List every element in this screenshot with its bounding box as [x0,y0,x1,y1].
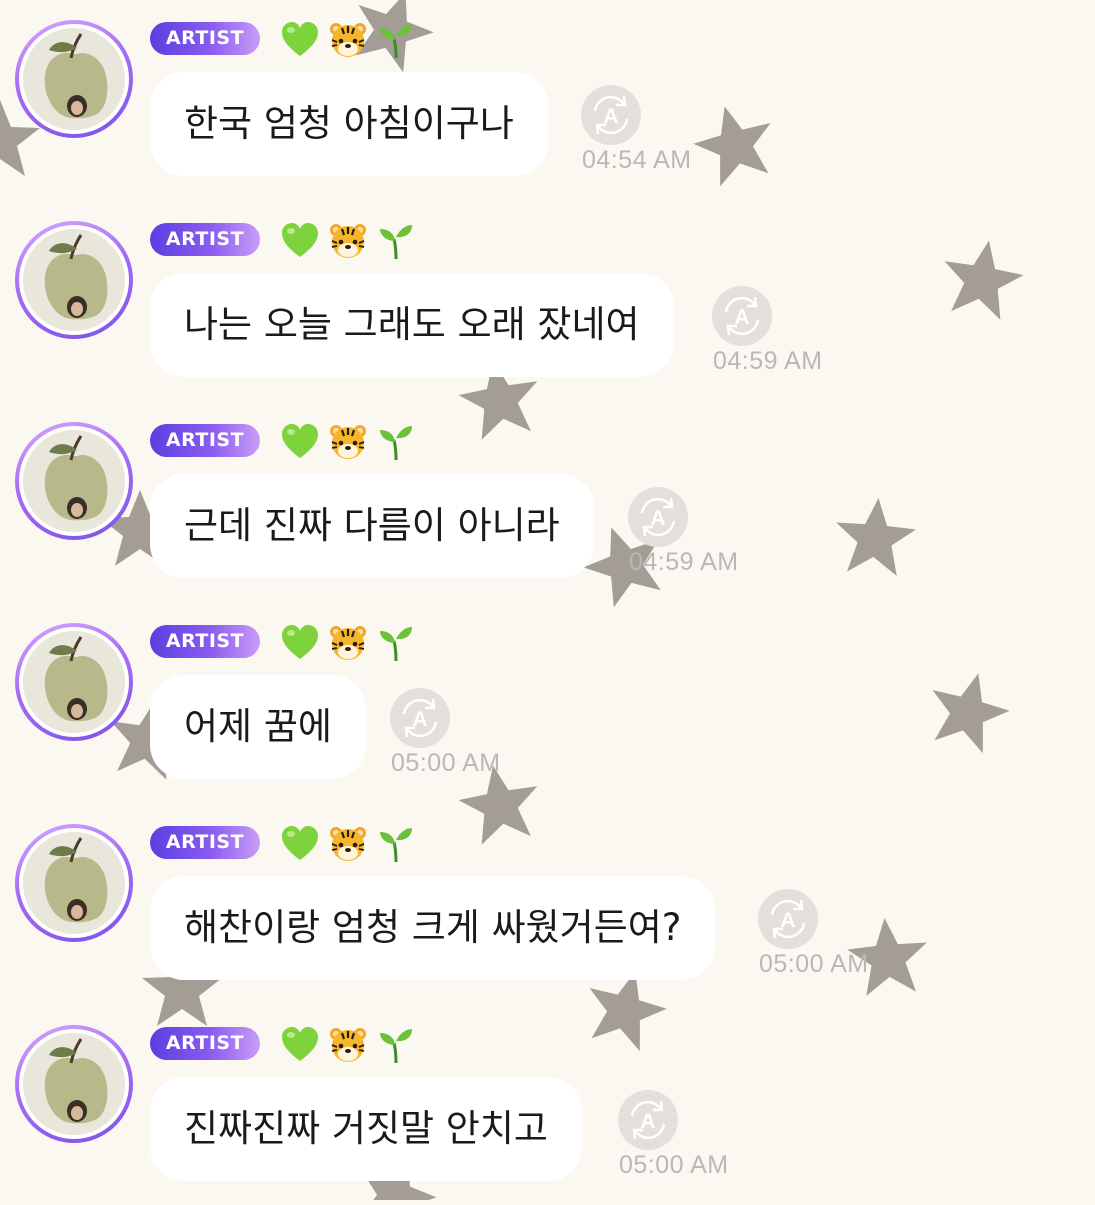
apple-avatar-image [23,631,125,733]
timestamp: 04:59 AM [713,347,823,375]
artist-badge: ARTIST [150,1027,260,1060]
translate-icon[interactable]: A [389,687,451,749]
artist-badge: ARTIST [150,625,260,658]
timestamp: 05:00 AM [619,1151,729,1179]
green-heart-icon [282,1027,318,1061]
apple-avatar-image [23,430,125,532]
message-bubble[interactable]: 나는 오늘 그래도 오래 잤네여 [150,273,674,377]
timestamp: 04:59 AM [629,548,739,576]
artist-avatar[interactable] [15,623,133,741]
translate-icon[interactable]: A [757,888,819,950]
apple-avatar-image [23,832,125,934]
green-heart-icon [282,826,318,860]
message-bubble[interactable]: 한국 엄청 아침이구나 [150,72,548,176]
emoji-row [280,1023,416,1067]
message-bubble[interactable]: 어제 꿈에 [150,675,366,779]
svg-text:A: A [603,105,618,128]
translate-icon[interactable]: A [617,1089,679,1151]
artist-avatar[interactable] [15,824,133,942]
timestamp: 04:54 AM [582,146,692,174]
apple-avatar-image [23,1033,125,1135]
apple-avatar-image [23,28,125,130]
translate-icon[interactable]: A [627,486,689,548]
apple-avatar-image [23,229,125,331]
svg-text:A: A [640,1110,655,1133]
chat-message: ARTIST 진짜진짜 거짓말 안치고 A 05:00 AM [0,1005,1095,1205]
emoji-row [280,18,416,62]
message-bubble[interactable]: 진짜진짜 거짓말 안치고 [150,1077,582,1181]
emoji-row [280,219,416,263]
green-heart-icon [282,625,318,659]
svg-text:A: A [412,708,427,731]
seedling-icon [380,828,412,863]
artist-avatar[interactable] [15,221,133,339]
artist-badge: ARTIST [150,424,260,457]
artist-badge: ARTIST [150,223,260,256]
message-bubble[interactable]: 해찬이랑 엄청 크게 싸웠거든여? [150,876,716,980]
chat-message: ARTIST 한국 엄청 아침이구나 A 04:54 AM [0,0,1095,200]
seedling-icon [380,225,412,260]
artist-avatar[interactable] [15,1025,133,1143]
tiger-face-icon [330,425,366,459]
tiger-face-icon [330,626,366,660]
svg-text:A: A [734,306,749,329]
timestamp: 05:00 AM [391,749,501,777]
svg-text:A: A [780,909,795,932]
artist-badge: ARTIST [150,22,260,55]
emoji-row [280,621,416,665]
translate-icon[interactable]: A [711,285,773,347]
message-bubble[interactable]: 근데 진짜 다름이 아니라 [150,474,594,578]
artist-avatar[interactable] [15,422,133,540]
chat-message: ARTIST 나는 오늘 그래도 오래 잤네여 A 04:59 AM [0,201,1095,401]
chat-message: ARTIST 어제 꿈에 A 05:00 AM [0,603,1095,803]
seedling-icon [380,24,412,59]
tiger-face-icon [330,827,366,861]
translate-icon[interactable]: A [580,84,642,146]
artist-avatar[interactable] [15,20,133,138]
chat-message: ARTIST 근데 진짜 다름이 아니라 A 04:59 AM [0,402,1095,602]
green-heart-icon [282,22,318,56]
svg-text:A: A [650,507,665,530]
tiger-face-icon [330,224,366,258]
green-heart-icon [282,424,318,458]
green-heart-icon [282,223,318,257]
timestamp: 05:00 AM [759,950,869,978]
tiger-face-icon [330,1028,366,1062]
emoji-row [280,420,416,464]
seedling-icon [380,627,412,662]
chat-message: ARTIST 해찬이랑 엄청 크게 싸웠거든여? A 05:00 AM [0,804,1095,1004]
tiger-face-icon [330,23,366,57]
seedling-icon [380,426,412,461]
artist-badge: ARTIST [150,826,260,859]
seedling-icon [380,1029,412,1064]
emoji-row [280,822,416,866]
